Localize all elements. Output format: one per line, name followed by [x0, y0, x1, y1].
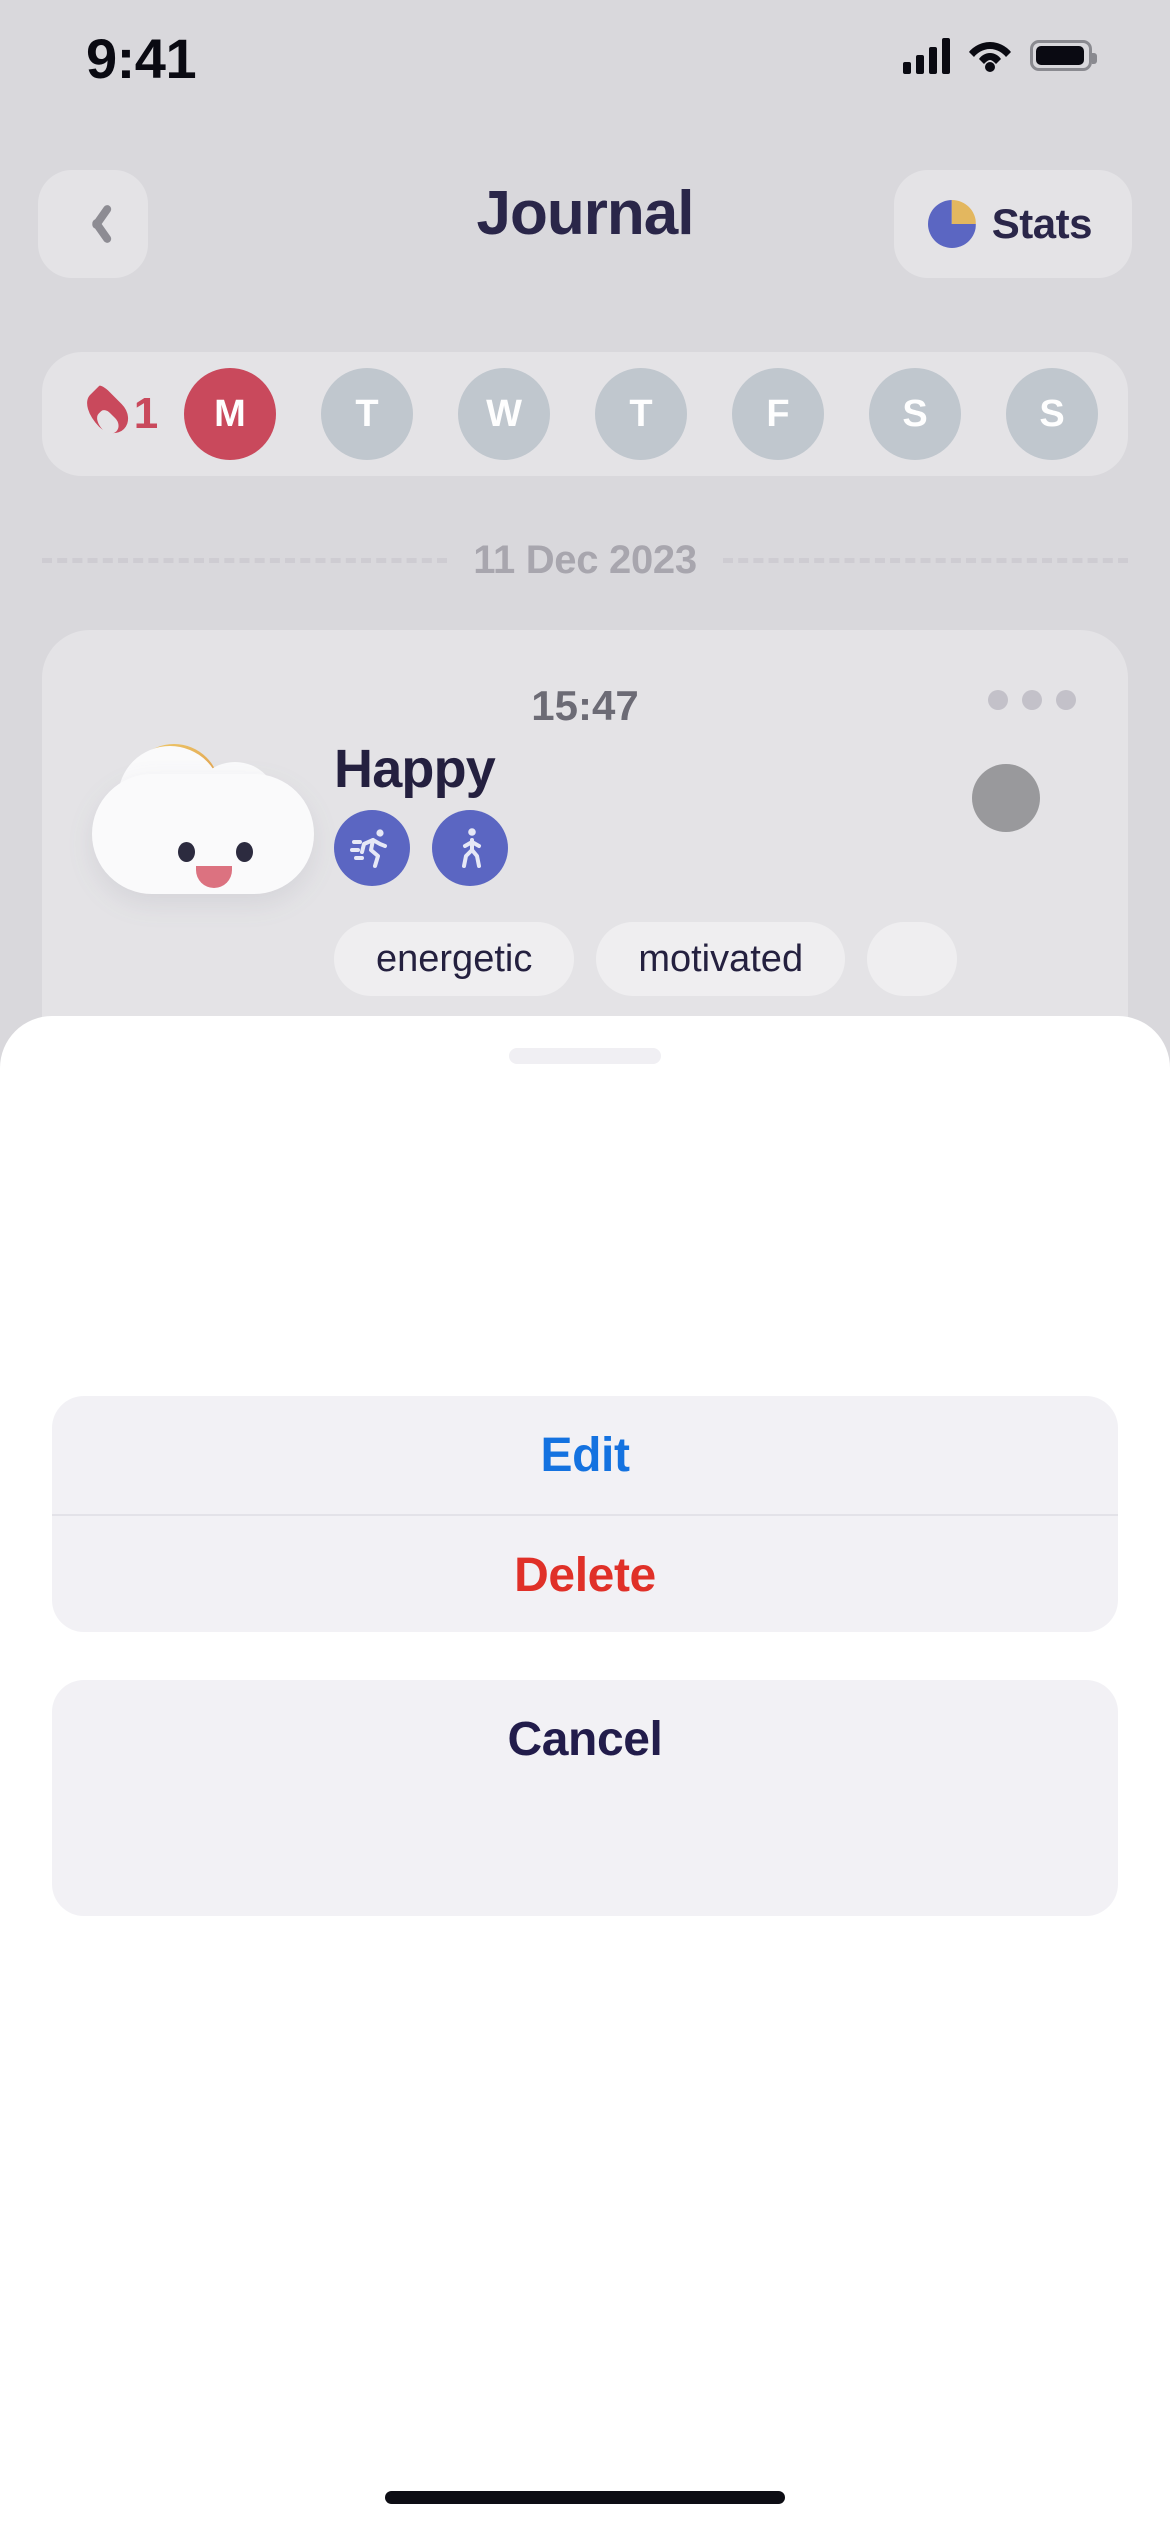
streak-count: 1	[133, 389, 159, 438]
avatar-icon	[972, 764, 1040, 832]
action-sheet: Edit Delete Cancel	[0, 1016, 1170, 2532]
delete-button[interactable]: Delete	[52, 1516, 1118, 1632]
more-dots-icon[interactable]	[988, 690, 1076, 710]
day-list: M T W T F S S	[178, 368, 1104, 460]
tag-item[interactable]: energetic	[334, 922, 575, 996]
action-sheet-group: Edit Delete	[52, 1396, 1118, 1632]
day-circle-sun[interactable]: S	[1006, 368, 1098, 460]
divider-line-left	[42, 557, 448, 563]
sheet-grabber[interactable]	[509, 1048, 661, 1064]
status-bar-time: 9:41	[86, 27, 197, 90]
date-label: 11 Dec 2023	[473, 537, 697, 582]
cancel-group: Cancel	[52, 1680, 1118, 1916]
wifi-icon	[969, 42, 1011, 72]
pie-chart-icon	[927, 200, 976, 248]
navigation-bar: Journal Stats	[0, 170, 1170, 280]
day-circle-mon[interactable]: M	[184, 368, 276, 460]
flame-icon	[86, 386, 128, 442]
week-strip: 1 M T W T F S S	[42, 352, 1128, 476]
day-circle-tue[interactable]: T	[321, 368, 413, 460]
running-icon[interactable]	[334, 810, 410, 886]
home-indicator	[385, 2491, 785, 2504]
day-circle-thu[interactable]: T	[595, 368, 687, 460]
walking-icon[interactable]	[432, 810, 508, 886]
battery-icon	[1030, 39, 1097, 71]
stats-button-label: Stats	[991, 200, 1093, 247]
day-circle-sat[interactable]: S	[869, 368, 961, 460]
day-circle-wed[interactable]: W	[458, 368, 550, 460]
tag-item[interactable]	[867, 922, 958, 996]
stats-button[interactable]: Stats	[893, 170, 1132, 278]
cancel-button[interactable]: Cancel	[52, 1680, 1118, 1798]
signal-bars-icon	[903, 36, 950, 74]
day-circle-fri[interactable]: F	[732, 368, 824, 460]
status-bar-indicators	[903, 36, 1097, 74]
edit-button[interactable]: Edit	[52, 1396, 1118, 1514]
status-bar: 9:41	[0, 0, 1170, 140]
sun-behind-cloud-icon	[66, 720, 338, 920]
date-divider: 11 Dec 2023	[42, 530, 1129, 590]
tag-list: energetic motivated	[334, 922, 958, 996]
streak-indicator: 1	[66, 386, 178, 442]
mood-label: Happy	[334, 739, 496, 799]
tag-item[interactable]: motivated	[596, 922, 846, 996]
activity-list	[334, 810, 508, 886]
divider-line-right	[722, 557, 1129, 563]
